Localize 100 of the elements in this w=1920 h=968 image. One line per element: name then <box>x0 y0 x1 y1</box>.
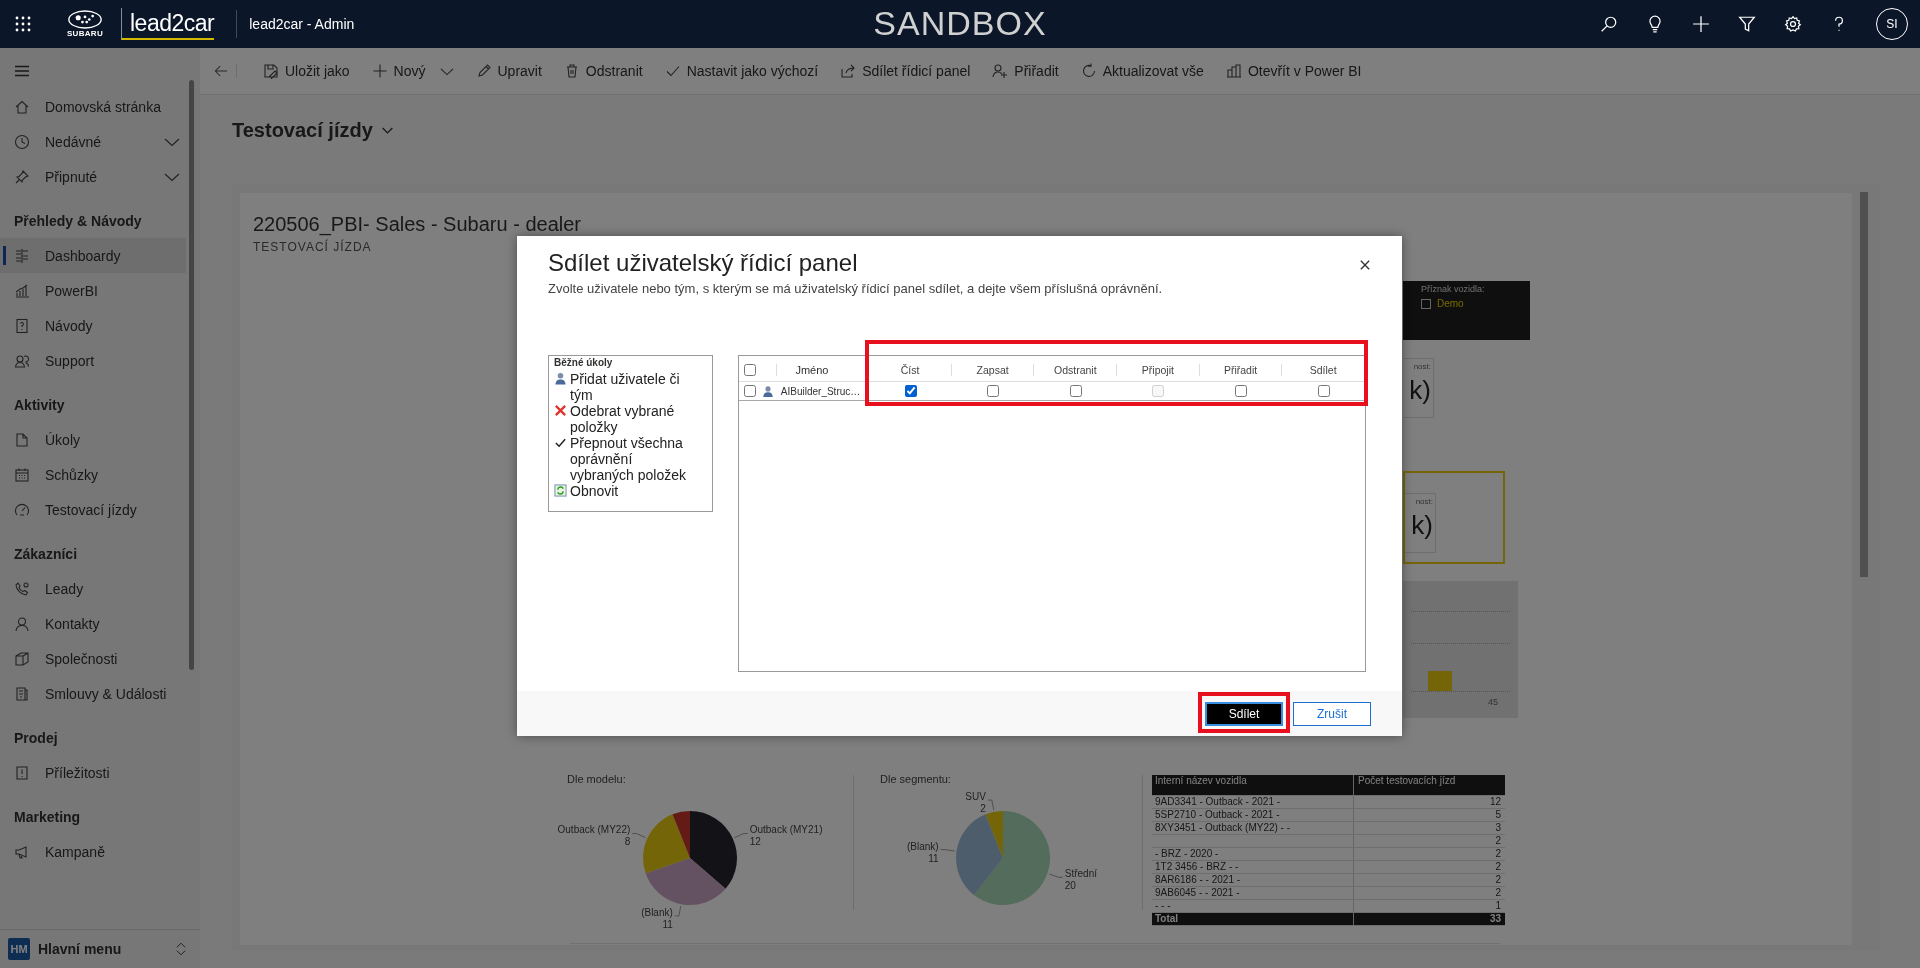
permission-checkbox[interactable] <box>1069 385 1082 397</box>
task-link[interactable]: Přidat uživatele či tým <box>570 371 688 403</box>
chevron-down-icon[interactable] <box>439 66 454 76</box>
chevron-down-icon[interactable] <box>164 136 180 147</box>
toolbar-button[interactable]: Uložit jako <box>255 57 358 85</box>
save-icon <box>263 63 279 79</box>
document-icon <box>14 431 30 448</box>
chart-title: Dle segmentu: <box>880 773 951 785</box>
settings-icon[interactable] <box>1784 15 1802 33</box>
leader-line <box>987 799 995 811</box>
category-label: Outback (MY22) <box>557 824 631 836</box>
share-icon <box>840 63 857 79</box>
area-switcher[interactable]: HM Hlavní menu <box>0 929 200 968</box>
share-button[interactable]: Sdílet <box>1205 701 1283 726</box>
sidebar-item[interactable]: Připnuté <box>0 159 186 194</box>
sidebar-item[interactable]: Schůzky <box>0 457 186 492</box>
contract-icon <box>14 685 30 702</box>
table-cell-text: 12 <box>1488 796 1502 808</box>
toolbar-button[interactable]: Přiřadit <box>984 57 1067 85</box>
permission-checkbox[interactable] <box>987 385 1000 397</box>
chevron-down-icon[interactable] <box>164 171 180 182</box>
scrollbar-thumb[interactable] <box>189 80 194 670</box>
sidebar-item[interactable]: Support <box>0 343 186 378</box>
up-down-chevron-icon <box>176 942 186 956</box>
column-header[interactable]: Zapsat <box>951 364 1035 376</box>
people-icon <box>14 352 30 369</box>
sidebar-item[interactable]: Příležitosti <box>0 755 186 790</box>
person-icon <box>554 372 567 385</box>
row-checkbox[interactable] <box>743 385 756 397</box>
table-cell: - - - <box>1152 900 1354 912</box>
column-header[interactable]: Jméno <box>776 364 870 376</box>
task-link[interactable]: Odebrat vybrané položky <box>570 403 688 435</box>
brand-name: SUBARU <box>67 29 103 38</box>
sidebar-item[interactable]: Společnosti <box>0 641 186 676</box>
close-icon[interactable] <box>1360 260 1370 270</box>
toolbar-button[interactable]: Aktualizovat vše <box>1072 57 1212 85</box>
sidebar-item[interactable]: Domovská stránka <box>0 89 186 124</box>
dialog-title: Sdílet uživatelský řídicí panel <box>548 249 858 277</box>
menu-icon[interactable] <box>14 63 30 79</box>
sidebar-item[interactable]: Smlouvy & Události <box>0 676 186 711</box>
column-header[interactable]: Přiřadit <box>1199 364 1283 376</box>
sidebar-item[interactable]: Dashboardy <box>0 238 186 273</box>
toolbar-button[interactable]: Nový <box>363 57 462 85</box>
chevron-down-icon[interactable] <box>380 125 394 135</box>
task-link[interactable]: Přepnout všechna oprávnění vybraných položek <box>570 435 688 483</box>
sidebar-item[interactable]: Úkoly <box>0 422 186 457</box>
toolbar-button[interactable]: Upravit <box>467 57 550 85</box>
sidebar-item[interactable]: Návody <box>0 308 186 343</box>
area-avatar: HM <box>8 938 30 960</box>
total-label: Total <box>1152 913 1354 925</box>
task-link[interactable]: Obnovit <box>570 483 619 499</box>
lightbulb-icon[interactable] <box>1646 15 1664 33</box>
sidebar-item[interactable]: Testovací jízdy <box>0 492 186 527</box>
permission-checkbox[interactable] <box>904 385 917 397</box>
alert-document-icon <box>14 764 30 781</box>
back-arrow-icon[interactable] <box>214 64 237 78</box>
bar <box>1428 671 1452 691</box>
calendar-icon <box>14 466 30 483</box>
toolbar-button[interactable]: Otevřít v Power BI <box>1217 57 1370 85</box>
home-icon <box>14 98 30 115</box>
card-value: k) <box>1411 510 1433 541</box>
toolbar-button[interactable]: Sdílet řídicí panel <box>832 57 979 85</box>
report-title: 220506_PBI- Sales - Subaru - dealer <box>253 213 581 236</box>
permission-checkbox[interactable] <box>1235 385 1248 397</box>
permission-checkbox[interactable] <box>1317 385 1330 397</box>
category-label: (Blank) <box>641 906 673 918</box>
sidebar-item[interactable]: Kontakty <box>0 606 186 641</box>
table-cell-text: 1 <box>1494 900 1502 912</box>
filter-icon[interactable] <box>1738 15 1756 33</box>
table-cell: 9AD3341 - Outback - 2021 - <box>1152 796 1354 808</box>
dialog-description: Zvolte uživatele nebo tým, s kterým se má uživatelský řídicí panel sdílet, a dejte všem příslušná oprávnění. <box>548 281 1163 296</box>
scrollbar-thumb[interactable] <box>1860 192 1868 577</box>
column-header[interactable]: Počet testovacích jízd <box>1354 775 1505 795</box>
select-all-checkbox[interactable] <box>743 364 756 376</box>
column-header[interactable]: Odstranit <box>1034 364 1118 376</box>
axis-tick-label: 45 <box>1488 697 1498 707</box>
slicer-title: Příznak vozidla: <box>1421 284 1486 294</box>
toolbar-button[interactable]: Odstranit <box>555 57 651 85</box>
app-launcher-icon[interactable] <box>15 16 31 32</box>
sidebar-item[interactable]: Leady <box>0 571 186 606</box>
search-icon[interactable] <box>1600 15 1618 33</box>
toolbar-button[interactable]: Nastavit jako výchozí <box>656 57 827 85</box>
user-name[interactable]: AIBuilder_Struc… <box>776 385 870 397</box>
option-label: Demo <box>1437 298 1464 309</box>
section-heading: Prodej <box>13 729 59 748</box>
column-header[interactable]: Interní název vozidla <box>1152 775 1354 795</box>
page-title[interactable]: Testovací jízdy <box>232 118 373 142</box>
sidebar-item[interactable]: Kampaně <box>0 834 186 869</box>
checkbox[interactable] <box>1421 298 1431 309</box>
sidebar-item[interactable]: PowerBI <box>0 273 186 308</box>
cancel-button[interactable]: Zrušit <box>1293 701 1371 726</box>
plus-icon[interactable] <box>1692 15 1710 33</box>
bar-chart-icon <box>1225 63 1242 79</box>
dashboard-icon <box>14 247 30 264</box>
leader-line <box>734 833 749 839</box>
leader-line <box>631 833 646 839</box>
column-header[interactable]: Připojit <box>1117 364 1200 376</box>
sidebar-item[interactable]: Nedávné <box>0 124 186 159</box>
gauge-icon <box>14 501 30 518</box>
total-value: 33 <box>1488 913 1502 925</box>
